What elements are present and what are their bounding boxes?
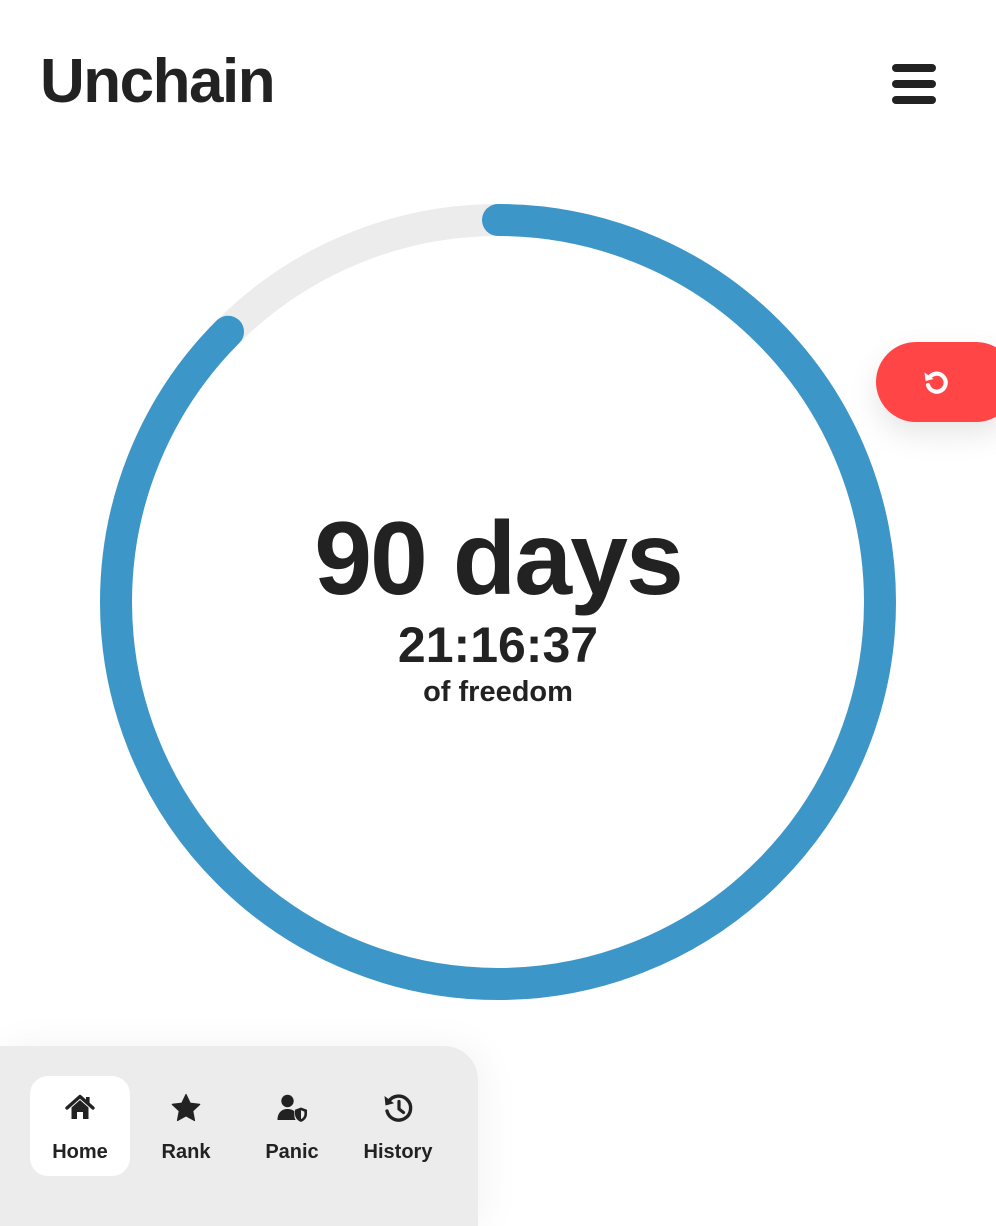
days-count: 90 days: [314, 501, 684, 617]
nav-item-rank[interactable]: Rank: [136, 1076, 236, 1176]
nav-item-panic[interactable]: Panic: [242, 1076, 342, 1176]
home-icon: [65, 1094, 95, 1119]
nav-item-history[interactable]: History: [348, 1076, 448, 1176]
reset-button[interactable]: [876, 342, 996, 422]
nav-item-home[interactable]: Home: [30, 1076, 130, 1176]
nav-item-label: Home: [52, 1141, 108, 1163]
bottom-nav: Home Rank Panic History: [0, 1046, 478, 1226]
nav-item-label: Rank: [161, 1141, 211, 1163]
freedom-counter: 90 days 21:16:37 of freedom: [0, 500, 996, 710]
nav-item-label: History: [363, 1141, 433, 1163]
nav-item-label: Panic: [265, 1141, 319, 1163]
star-icon: [171, 1093, 201, 1122]
menu-button[interactable]: [884, 56, 944, 112]
user-shield-icon: [277, 1094, 307, 1122]
history-icon: [384, 1094, 413, 1122]
reset-icon: [924, 371, 948, 394]
app-title: Unchain: [40, 47, 276, 116]
counter-caption: of freedom: [423, 676, 573, 708]
time-count: 21:16:37: [397, 617, 599, 673]
